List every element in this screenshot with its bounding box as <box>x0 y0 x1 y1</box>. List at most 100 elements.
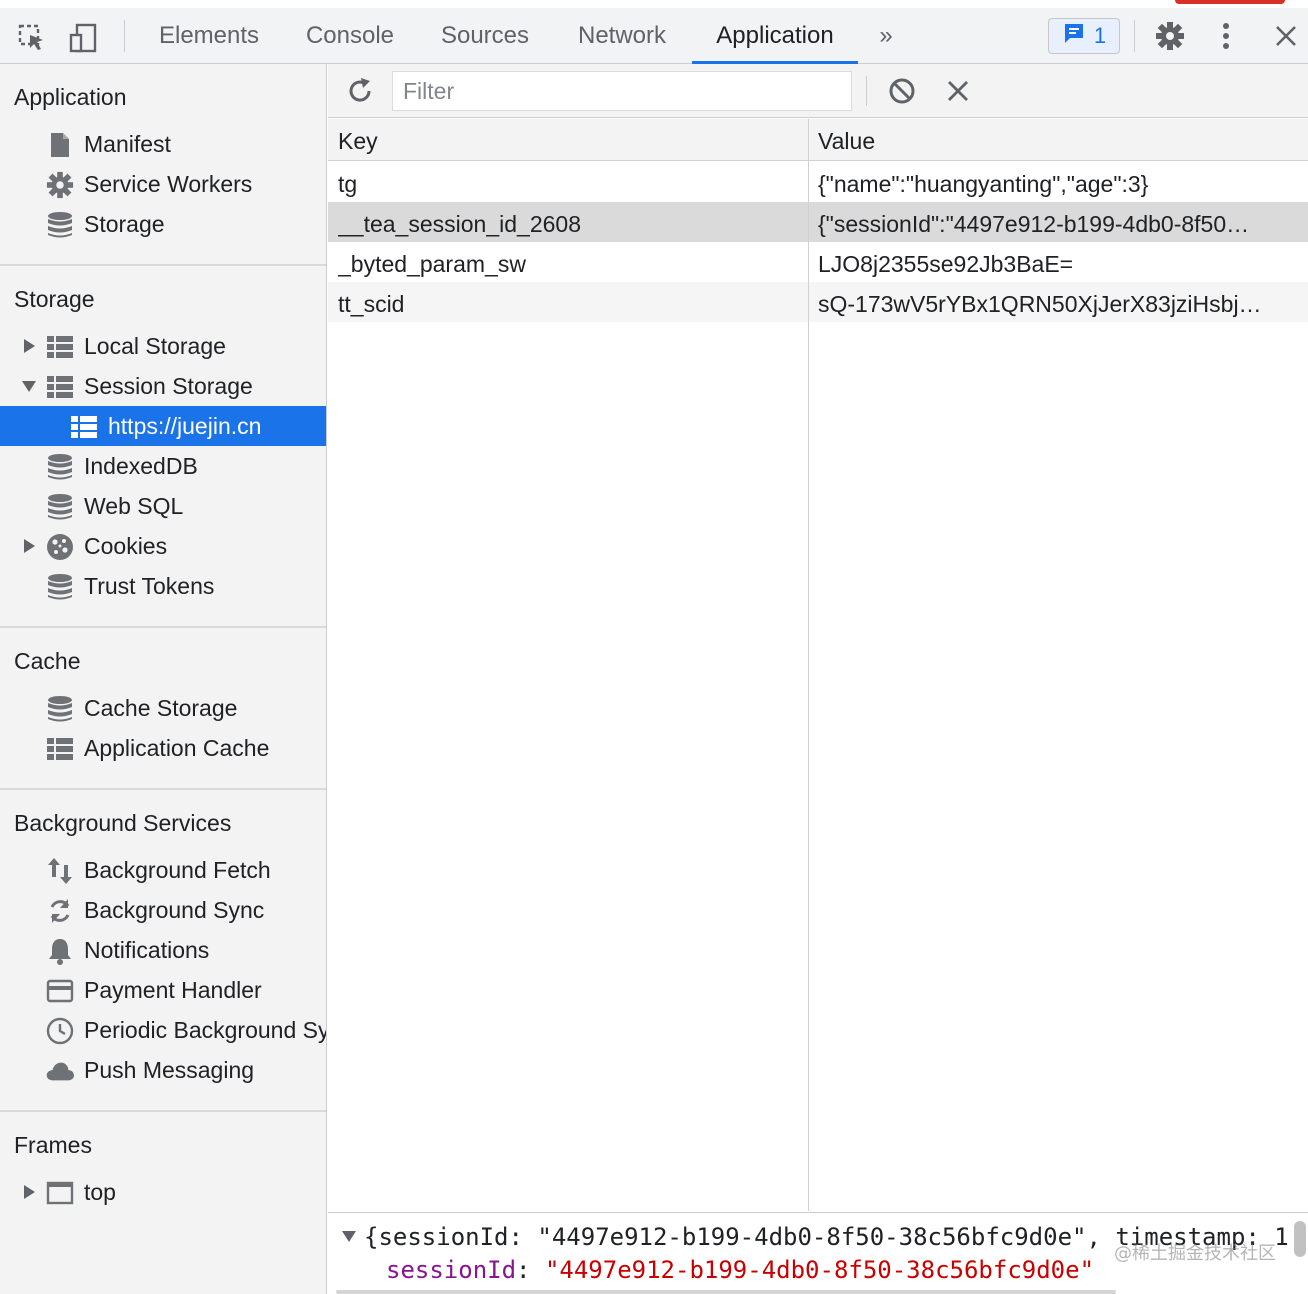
table-row[interactable]: _byted_param_sw LJO8j2355se92Jb3BaE= <box>328 242 1308 282</box>
sidebar-item-storage-overview[interactable]: Storage <box>0 204 326 244</box>
sidebar-item-manifest[interactable]: Manifest <box>0 124 326 164</box>
database-icon <box>46 695 74 723</box>
refresh-icon[interactable] <box>342 73 378 109</box>
horizontal-scrollbar[interactable] <box>336 1290 1116 1294</box>
sidebar-item-label: Background Sync <box>84 897 265 923</box>
device-toolbar-icon[interactable] <box>66 20 102 56</box>
kebab-menu-icon[interactable] <box>1210 18 1242 54</box>
sidebar-item-web-sql[interactable]: Web SQL <box>0 486 326 526</box>
section-divider <box>0 626 326 628</box>
row-key[interactable]: tg <box>338 171 798 198</box>
delete-selected-icon[interactable] <box>940 73 976 109</box>
grid-header: Key Value <box>328 119 1308 161</box>
sidebar-item-label: Cookies <box>84 533 168 559</box>
sidebar-item-background-sync[interactable]: Background Sync <box>0 890 326 930</box>
collapse-triangle-icon[interactable] <box>342 1231 356 1242</box>
section-divider <box>0 788 326 790</box>
sidebar-item-local-storage[interactable]: Local Storage <box>0 326 326 366</box>
sidebar-item-notifications[interactable]: Notifications <box>0 930 326 970</box>
storage-data-grid: Key Value tg {"name":"huangyanting","age… <box>328 119 1308 1211</box>
column-header-key[interactable]: Key <box>338 128 798 155</box>
sidebar-item-label: Session Storage <box>84 373 253 399</box>
sidebar-item-push-messaging[interactable]: Push Messaging <box>0 1050 326 1090</box>
sidebar-item-label: top <box>84 1179 116 1205</box>
sidebar-item-label: IndexedDB <box>84 453 198 479</box>
sidebar-item-label: Background Fetch <box>84 857 271 883</box>
clear-all-icon[interactable] <box>884 73 920 109</box>
document-icon <box>46 131 74 159</box>
grid-icon <box>46 373 74 401</box>
preview-property-key: sessionId <box>386 1256 517 1284</box>
row-value[interactable]: {"sessionId":"4497e912-b199-4db0-8f50… <box>818 211 1278 238</box>
sidebar-item-label: Web SQL <box>84 493 184 519</box>
section-title-cache[interactable]: Cache <box>14 648 80 675</box>
expand-arrow-icon[interactable] <box>24 1185 35 1199</box>
gear-icon[interactable] <box>1152 18 1188 54</box>
issues-counter-button[interactable]: 1 <box>1048 18 1120 54</box>
tab-console[interactable]: Console <box>300 8 400 64</box>
sidebar-item-application-cache[interactable]: Application Cache <box>0 728 326 768</box>
sidebar-item-background-fetch[interactable]: Background Fetch <box>0 850 326 890</box>
sidebar-item-periodic-background-sync[interactable]: Periodic Background Sync <box>0 1010 327 1050</box>
section-title-background-services[interactable]: Background Services <box>14 810 231 837</box>
sync-icon <box>46 897 74 925</box>
filter-input[interactable] <box>392 71 852 111</box>
column-resizer[interactable] <box>808 119 809 1211</box>
row-key[interactable]: tt_scid <box>338 291 798 318</box>
more-tabs-button[interactable]: » <box>870 8 902 64</box>
tab-application[interactable]: Application <box>692 8 858 64</box>
sidebar-item-frame-top[interactable]: top <box>0 1172 326 1212</box>
table-row-selected[interactable]: __tea_session_id_2608 {"sessionId":"4497… <box>328 202 1308 242</box>
column-header-value[interactable]: Value <box>818 128 1278 155</box>
expand-arrow-icon[interactable] <box>24 539 35 553</box>
row-value[interactable]: LJO8j2355se92Jb3BaE= <box>818 251 1278 278</box>
sidebar-item-cookies[interactable]: Cookies <box>0 526 326 566</box>
row-key[interactable]: _byted_param_sw <box>338 251 798 278</box>
sidebar-item-label: Trust Tokens <box>84 573 215 599</box>
frame-icon <box>46 1179 74 1207</box>
sidebar-item-label: Service Workers <box>84 171 253 197</box>
tab-sources[interactable]: Sources <box>436 8 534 64</box>
sidebar-item-session-storage[interactable]: Session Storage <box>0 366 326 406</box>
database-icon <box>46 573 74 601</box>
section-title-storage[interactable]: Storage <box>14 286 95 313</box>
storage-toolbar <box>328 64 1308 118</box>
card-icon <box>46 977 74 1005</box>
bell-icon <box>46 937 74 965</box>
expand-arrow-icon[interactable] <box>24 339 35 353</box>
sidebar-item-indexeddb[interactable]: IndexedDB <box>0 446 326 486</box>
sidebar-item-cache-storage[interactable]: Cache Storage <box>0 688 326 728</box>
devtools-toolbar: Elements Console Sources Network Applica… <box>0 0 1308 64</box>
sidebar-item-label: Push Messaging <box>84 1057 255 1083</box>
section-divider <box>0 264 326 266</box>
sidebar-item-trust-tokens[interactable]: Trust Tokens <box>0 566 326 606</box>
sidebar-item-label: Periodic Background Sync <box>84 1017 327 1043</box>
inspect-element-icon[interactable] <box>14 20 50 56</box>
tab-elements[interactable]: Elements <box>155 8 263 64</box>
section-title-application[interactable]: Application <box>14 84 127 111</box>
row-key[interactable]: __tea_session_id_2608 <box>338 211 798 238</box>
collapse-arrow-icon[interactable] <box>22 381 36 392</box>
sidebar-item-label: https://juejin.cn <box>108 413 262 439</box>
sidebar-item-service-workers[interactable]: Service Workers <box>0 164 326 204</box>
application-sidebar: Application Manifest Service Workers Sto… <box>0 64 327 1294</box>
vertical-scrollbar[interactable] <box>1294 1221 1306 1257</box>
sidebar-item-juejin-origin[interactable]: https://juejin.cn <box>0 406 326 446</box>
table-row[interactable]: tg {"name":"huangyanting","age":3} <box>328 162 1308 202</box>
value-preview-pane: {sessionId: "4497e912-b199-4db0-8f50-38c… <box>328 1212 1308 1294</box>
row-value[interactable]: sQ-173wV5rYBx1QRN50XjJerX83jziHsbj… <box>818 291 1278 318</box>
session-storage-panel: Key Value tg {"name":"huangyanting","age… <box>328 64 1308 1294</box>
close-icon[interactable] <box>1268 18 1304 54</box>
preview-property-separator: : <box>516 1256 545 1284</box>
sidebar-item-payment-handler[interactable]: Payment Handler <box>0 970 326 1010</box>
table-row[interactable]: tt_scid sQ-173wV5rYBx1QRN50XjJerX83jziHs… <box>328 282 1308 322</box>
section-title-frames[interactable]: Frames <box>14 1132 92 1159</box>
grid-icon <box>46 735 74 763</box>
sidebar-item-label: Payment Handler <box>84 977 262 1003</box>
tab-network[interactable]: Network <box>572 8 672 64</box>
sidebar-item-label: Manifest <box>84 131 171 157</box>
row-value[interactable]: {"name":"huangyanting","age":3} <box>818 171 1278 198</box>
sidebar-item-label: Storage <box>84 211 165 237</box>
toolbar-top-strip <box>0 0 1308 8</box>
preview-property-line: sessionId: "4497e912-b199-4db0-8f50-38c5… <box>386 1256 1094 1284</box>
